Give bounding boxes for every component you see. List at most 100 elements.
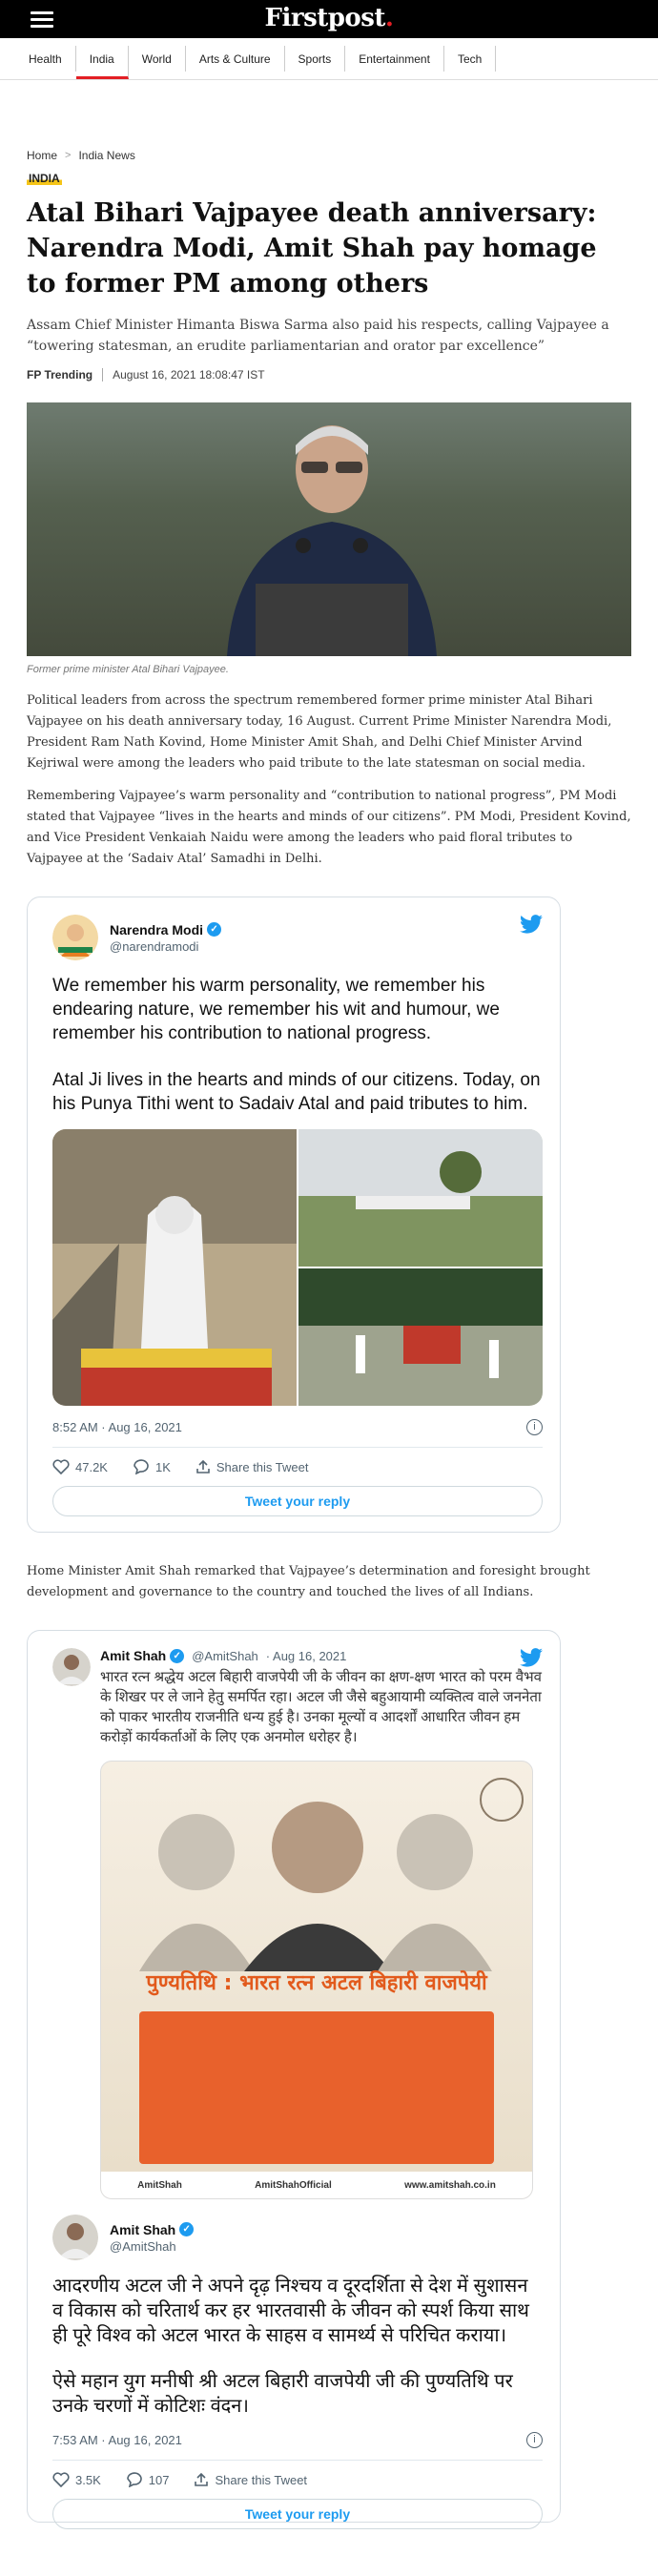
embedded-tweet-modi: Narendra Modi ✓ @narendramodi We remember… [27, 896, 561, 1533]
section-tag[interactable]: INDIA [27, 172, 62, 185]
tweet-divider [52, 2460, 543, 2461]
tweet-reply-button[interactable]: Tweet your reply [52, 2499, 543, 2529]
article-paragraph: Remembering Vajpayee’s warm personality … [27, 789, 631, 866]
tweet-reply-button[interactable]: Tweet your reply [52, 1486, 543, 1516]
hero-portrait-illustration [227, 425, 437, 656]
quoted-author-handle[interactable]: @AmitShah [192, 1649, 258, 1663]
share-action[interactable]: Share this Tweet [195, 1459, 309, 1474]
tweet-header: Amit Shah ✓ @AmitShah [52, 2215, 543, 2260]
tweet-actions: 3.5K 107 Share this Tweet [52, 2472, 543, 2487]
verified-icon: ✓ [179, 2222, 195, 2236]
tweet-text-paragraph: We remember his warm personality, we rem… [52, 976, 500, 1043]
quoted-author-name[interactable]: Amit Shah [100, 1648, 166, 1663]
tweet-text-paragraph: ऐसे महान युग मनीषी श्री अटल बिहारी वाजपे… [52, 2371, 513, 2417]
nav-item-india[interactable]: India [75, 46, 129, 79]
logo-text: Firstpost [264, 4, 386, 32]
info-icon[interactable]: i [526, 2432, 543, 2448]
tweet-text-paragraph: Atal Ji lives in the hearts and minds of… [52, 1070, 541, 1114]
tweet-timestamp[interactable]: 8:52 AM · Aug 16, 2021 [52, 1420, 182, 1434]
tweet-actions: 47.2K 1K Share this Tweet [52, 1459, 543, 1474]
poster-portraits [139, 1778, 524, 1971]
tweet-photo[interactable] [52, 1129, 297, 1406]
nav-item-sports[interactable]: Sports [285, 46, 346, 72]
hero-image [27, 402, 631, 656]
share-label: Share this Tweet [216, 1459, 309, 1474]
byline-divider [102, 368, 104, 381]
like-action[interactable]: 3.5K [52, 2472, 101, 2487]
tweet-text: आदरणीय अटल जी ने अपने दृढ़ निश्चय व दूरद… [52, 2274, 543, 2419]
verified-icon: ✓ [170, 1648, 185, 1663]
tweet-author-name[interactable]: Amit Shah [110, 2222, 175, 2237]
publish-date: August 16, 2021 18:08:47 IST [113, 368, 265, 381]
breadcrumb-section[interactable]: India News [78, 149, 134, 162]
avatar[interactable] [52, 1648, 91, 1686]
tweet-author-name[interactable]: Narendra Modi [110, 922, 203, 938]
site-header: Firstpost. Health India World Arts & Cul… [0, 0, 658, 80]
reply-icon [126, 2472, 142, 2487]
poster-footer: AmitShah AmitShahOfficial www.amitshah.c… [101, 2172, 532, 2198]
like-count: 3.5K [75, 2472, 101, 2487]
tweet-text: We remember his warm personality, we rem… [52, 974, 543, 1116]
nav-item-health[interactable]: Health [15, 46, 76, 72]
tribute-poster-image[interactable]: पुण्यतिथि : भारत रत्न अटल बिहारी वाजपेयी… [100, 1761, 533, 2199]
heart-icon [52, 1459, 70, 1474]
article-continued: Home Minister Amit Shah remarked that Va… [0, 1561, 658, 1603]
tweet-photo[interactable] [298, 1268, 543, 1406]
poster-title: पुण्यतिथि : भारत रत्न अटल बिहारी वाजपेयी [146, 1971, 487, 1995]
embedded-tweet-amit-shah: Amit Shah ✓ @AmitShah · Aug 16, 2021 भारत… [27, 1630, 561, 2529]
reply-icon [134, 1459, 149, 1474]
heart-icon [52, 2472, 70, 2487]
nav-item-tech[interactable]: Tech [444, 46, 497, 72]
poster-footer-item: AmitShahOfficial [255, 2179, 332, 2191]
tweet-timestamp-row: 7:53 AM · Aug 16, 2021 i [52, 2432, 543, 2448]
breadcrumb-separator: > [65, 150, 72, 161]
tweet-header: Narendra Modi ✓ @narendramodi [52, 915, 543, 960]
poster-text-box [139, 2011, 494, 2164]
site-logo[interactable]: Firstpost. [0, 4, 658, 32]
info-icon[interactable]: i [526, 1419, 543, 1435]
article-paragraph: Home Minister Amit Shah remarked that Va… [27, 1564, 590, 1599]
tweet-timestamp-row: 8:52 AM · Aug 16, 2021 i [52, 1419, 543, 1435]
breadcrumb-home[interactable]: Home [27, 149, 57, 162]
image-caption: Former prime minister Atal Bihari Vajpay… [27, 664, 229, 675]
article-main: Home > India News INDIA Atal Bihari Vajp… [0, 149, 658, 870]
reply-action[interactable]: 107 [126, 2472, 170, 2487]
quoted-tweet-date[interactable]: · Aug 16, 2021 [266, 1649, 347, 1663]
article-headline: Atal Bihari Vajpayee death anniversary: … [27, 198, 597, 299]
twitter-bird-icon[interactable] [520, 1648, 543, 1667]
like-count: 47.2K [75, 1459, 108, 1474]
nav-item-entertainment[interactable]: Entertainment [345, 46, 444, 72]
like-action[interactable]: 47.2K [52, 1459, 108, 1474]
category-nav: Health India World Arts & Culture Sports… [0, 38, 658, 80]
article-subhead: Assam Chief Minister Himanta Biswa Sarma… [27, 318, 609, 354]
poster-footer-item: www.amitshah.co.in [404, 2179, 496, 2191]
reply-count: 107 [148, 2472, 170, 2487]
tweet-divider [52, 1447, 543, 1448]
share-action[interactable]: Share this Tweet [194, 2472, 307, 2487]
share-label: Share this Tweet [215, 2472, 308, 2487]
article-paragraph: Political leaders from across the spectr… [27, 693, 612, 771]
quoted-tweet-header: Amit Shah ✓ @AmitShah · Aug 16, 2021 [100, 1648, 543, 1667]
poster-footer-item: AmitShah [137, 2179, 182, 2191]
tweet-author-handle[interactable]: @narendramodi [110, 939, 221, 954]
nav-item-world[interactable]: World [129, 46, 186, 72]
share-icon [196, 1459, 210, 1473]
avatar[interactable] [52, 2215, 98, 2260]
breadcrumb: Home > India News [27, 149, 631, 162]
tweet-photo[interactable] [298, 1129, 543, 1267]
tweet-author-handle[interactable]: @AmitShah [110, 2239, 194, 2254]
tweet-text-paragraph: आदरणीय अटल जी ने अपने दृढ़ निश्चय व दूरद… [52, 2276, 529, 2346]
byline: FP Trending August 16, 2021 18:08:47 IST [27, 368, 631, 381]
quoted-tweet: Amit Shah ✓ @AmitShah · Aug 16, 2021 भारत… [52, 1648, 543, 2199]
logo-dot: . [384, 4, 394, 32]
tweet-timestamp[interactable]: 7:53 AM · Aug 16, 2021 [52, 2433, 182, 2447]
verified-icon: ✓ [207, 922, 222, 937]
twitter-bird-icon[interactable] [520, 915, 543, 934]
reply-action[interactable]: 1K [133, 1459, 171, 1474]
tweet-media-grid [52, 1129, 543, 1406]
avatar[interactable] [52, 915, 98, 960]
top-bar: Firstpost. [0, 0, 658, 38]
author-name[interactable]: FP Trending [27, 368, 93, 381]
nav-item-arts-culture[interactable]: Arts & Culture [186, 46, 285, 72]
share-icon [195, 2472, 209, 2486]
